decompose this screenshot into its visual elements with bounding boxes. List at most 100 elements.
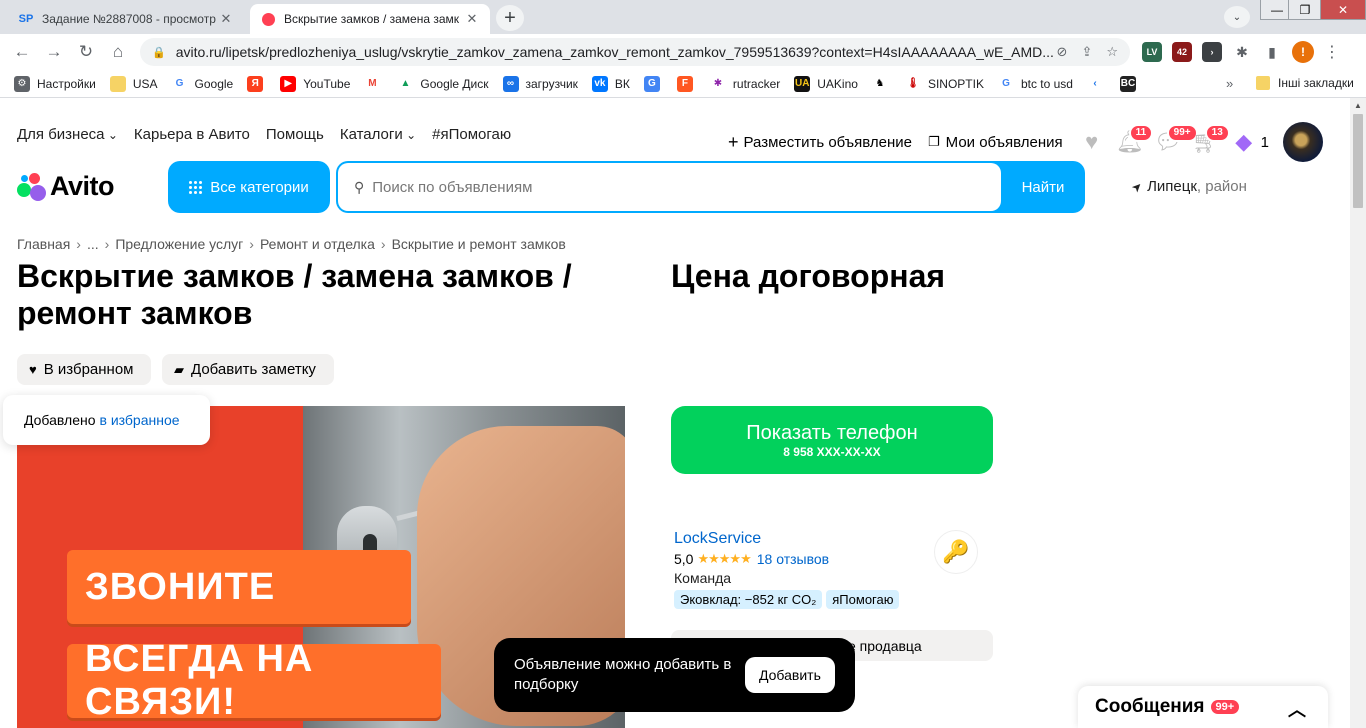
browser-tab-avito[interactable]: Вскрытие замков / замена замк ✕ xyxy=(250,4,490,34)
browser-menu-icon[interactable]: ⋮ xyxy=(1324,42,1340,62)
messenger-panel[interactable]: Сообщения 99+ ︿ xyxy=(1078,686,1328,728)
bookmark-item[interactable]: ∞ загрузчик xyxy=(502,75,578,92)
bookmark-item[interactable]: USA xyxy=(109,75,158,92)
bookmark-item[interactable]: Я xyxy=(247,75,270,92)
other-bookmarks-folder[interactable]: Інші закладки xyxy=(1256,76,1354,90)
notifications-bell-icon[interactable]: 🔔︎ 11 xyxy=(1116,124,1154,154)
show-phone-button[interactable]: Показать телефон 8 958 XXX-XX-XX xyxy=(671,406,993,474)
bookmark-item[interactable]: F xyxy=(676,75,700,92)
bookmark-item[interactable]: ⚙ Настройки xyxy=(14,75,96,92)
location-selector[interactable]: ➤ Липецк , район xyxy=(1129,178,1247,195)
nav-business[interactable]: Для бизнеса xyxy=(17,126,118,143)
rating-stars-icon: ★★★★★ xyxy=(697,551,751,566)
favorite-popup-link[interactable]: в избранное xyxy=(100,412,180,428)
bookmark-item[interactable]: ▲ Google Диск xyxy=(397,75,489,92)
avito-logo[interactable]: Avito xyxy=(17,171,115,202)
messenger-title: Сообщения xyxy=(1095,696,1205,717)
nav-ihelp[interactable]: #яПомогаю xyxy=(432,126,511,143)
add-note-label: Добавить заметку xyxy=(191,361,316,378)
nav-career[interactable]: Карьера в Авито xyxy=(134,126,250,143)
forward-button[interactable]: → xyxy=(42,41,66,63)
add-note-button[interactable]: ▰ Добавить заметку xyxy=(162,354,334,385)
search-field[interactable]: ⚲ xyxy=(338,163,1001,211)
search-icon: ⚲ xyxy=(354,178,365,195)
puzzle-icon[interactable]: ✱ xyxy=(1232,42,1252,62)
tab-search-button[interactable]: ⌄ xyxy=(1224,6,1250,28)
new-tab-button[interactable]: + xyxy=(496,5,524,31)
bookmark-label: SINOPTIK xyxy=(927,76,984,91)
bookmark-item[interactable]: Gbtc to usd xyxy=(997,75,1073,92)
bookmark-label: btc to usd xyxy=(1020,76,1073,91)
breadcrumb-home[interactable]: Главная xyxy=(17,236,70,252)
lv-extension-icon[interactable]: LV xyxy=(1142,42,1162,62)
bookmark-favicon-icon: ⚙ xyxy=(14,75,30,92)
bookmark-item[interactable]: ✱ rutracker xyxy=(709,75,780,92)
reviews-link[interactable]: 18 отзывов xyxy=(757,551,829,567)
user-avatar[interactable] xyxy=(1283,122,1323,162)
bookmark-favicon-icon: G xyxy=(171,75,188,92)
address-bar[interactable]: 🔒 avito.ru/lipetsk/predlozheniya_uslug/v… xyxy=(140,38,1130,66)
seller-logo-icon[interactable]: 🔑 xyxy=(934,530,978,574)
bookmark-item[interactable]: G Google xyxy=(171,75,233,92)
sidepanel-icon[interactable]: ▮ xyxy=(1262,42,1282,62)
blocked-icon[interactable]: ⊘ xyxy=(1057,44,1068,60)
favorites-heart-icon[interactable]: ♥ xyxy=(1079,129,1105,154)
breadcrumb-repair[interactable]: Ремонт и отделка xyxy=(260,236,375,252)
bookmark-item[interactable]: vk ВК xyxy=(591,75,630,92)
maximize-button[interactable]: ❐ xyxy=(1288,0,1322,20)
close-tab-icon[interactable]: ✕ xyxy=(464,11,480,27)
phone-masked: 8 958 XXX-XX-XX xyxy=(783,445,881,459)
back-button[interactable]: ← xyxy=(10,41,34,63)
url-text: avito.ru/lipetsk/predlozheniya_uslug/vsk… xyxy=(175,44,1054,60)
notifications-badge: 11 xyxy=(1128,124,1154,142)
nav-help[interactable]: Помощь xyxy=(266,126,324,143)
bookmark-item[interactable]: ‹ xyxy=(1086,75,1110,92)
home-button[interactable]: ⌂ xyxy=(106,41,130,63)
reload-button[interactable]: ↻ xyxy=(74,41,98,63)
ihelp-tag[interactable]: яПомогаю xyxy=(826,590,900,609)
nav-catalogs[interactable]: Каталоги xyxy=(340,126,416,143)
post-ad-link[interactable]: + Разместить объявление xyxy=(728,132,912,153)
bookmark-item[interactable]: M xyxy=(364,75,387,92)
badge-extension-icon[interactable]: 42 xyxy=(1172,42,1192,62)
bookmark-item[interactable]: UA UAKino xyxy=(794,75,858,92)
breadcrumb-locks[interactable]: Вскрытие и ремонт замков xyxy=(392,236,566,252)
toast-add-button[interactable]: Добавить xyxy=(745,657,835,693)
page-scrollbar[interactable]: ▲ xyxy=(1350,98,1366,728)
messages-icon[interactable]: 💬︎ 99+ xyxy=(1154,124,1198,154)
bookmark-favicon-icon: BC xyxy=(1119,75,1136,92)
bookmark-item[interactable]: BC xyxy=(1119,75,1143,92)
bookmarks-overflow-icon[interactable]: » xyxy=(1226,76,1233,91)
bonus-ticket-icon[interactable]: ◆ xyxy=(1231,129,1257,154)
all-categories-button[interactable]: Все категории xyxy=(168,161,330,213)
favorite-button[interactable]: ♥ В избранном xyxy=(17,354,152,385)
location-city: Липецк xyxy=(1147,178,1197,195)
bookmark-item[interactable]: ♞ xyxy=(871,75,895,92)
breadcrumb-services[interactable]: Предложение услуг xyxy=(115,236,243,252)
scroll-up-arrow-icon[interactable]: ▲ xyxy=(1354,101,1362,110)
cart-icon[interactable]: 🛒︎ 13 xyxy=(1192,124,1230,154)
tab-title: Задание №2887008 - просмотр xyxy=(42,12,216,26)
bookmark-item[interactable]: ▶ YouTube xyxy=(280,75,350,92)
profile-avatar[interactable]: ! xyxy=(1292,41,1314,63)
close-window-button[interactable]: ✕ xyxy=(1320,0,1366,20)
terminal-extension-icon[interactable]: › xyxy=(1202,42,1222,62)
search-button[interactable]: Найти xyxy=(1001,161,1085,213)
my-ads-link[interactable]: ❐ Мои объявления xyxy=(928,134,1063,151)
share-icon[interactable]: ⇪ xyxy=(1081,44,1092,60)
all-categories-label: Все категории xyxy=(210,178,309,196)
chevron-up-icon[interactable]: ︿ xyxy=(1288,696,1306,722)
bonus-count: 1 xyxy=(1260,133,1269,151)
eco-tag[interactable]: Эковклад: −852 кг CO₂ xyxy=(674,590,823,609)
search-input[interactable] xyxy=(372,178,1001,196)
bookmark-item[interactable]: G xyxy=(643,75,667,92)
scrollbar-thumb[interactable] xyxy=(1353,114,1363,208)
lock-icon[interactable]: 🔒 xyxy=(152,46,166,59)
top-nav-right: + Разместить объявление ❐ Мои объявления… xyxy=(728,122,1323,162)
breadcrumb-ellipsis[interactable]: ... xyxy=(87,236,99,252)
bookmark-favicon-icon: ♞ xyxy=(871,75,888,92)
bookmark-item[interactable]: 🌡 SINOPTIK xyxy=(904,75,984,92)
browser-tab-task[interactable]: SP Задание №2887008 - просмотр ✕ xyxy=(8,4,244,34)
close-tab-icon[interactable]: ✕ xyxy=(218,11,234,27)
bookmark-star-icon[interactable]: ☆ xyxy=(1106,44,1118,60)
